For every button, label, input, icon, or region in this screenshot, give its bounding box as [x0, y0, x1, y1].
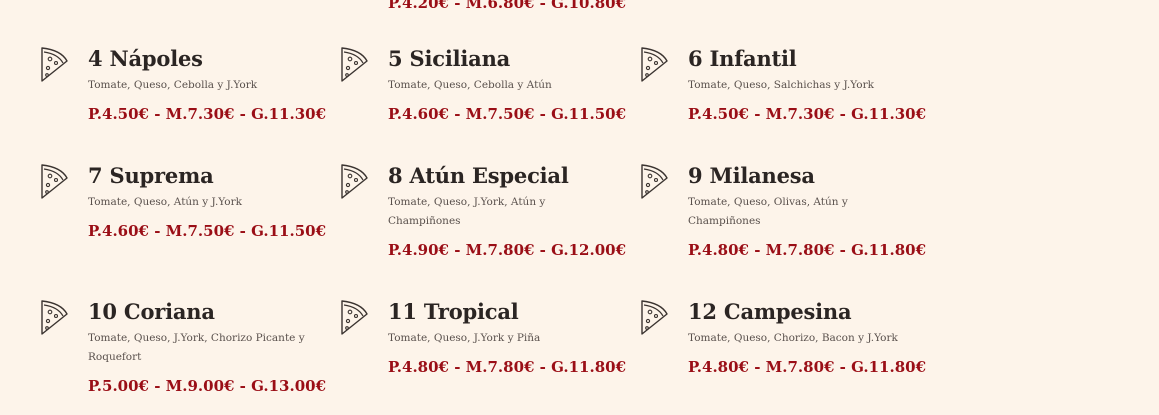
- pizza-slice-icon: [41, 164, 68, 199]
- menu-item-name: 5 Siciliana: [388, 46, 511, 71]
- menu-item-name: 11 Tropical: [388, 299, 519, 324]
- menu-item-name: 9 Milanesa: [688, 163, 815, 188]
- pizza-slice-icon: [641, 300, 668, 335]
- pizza-slice-icon: [641, 164, 668, 199]
- menu-item-description: Tomate, Queso, J.York y Piña: [388, 332, 541, 344]
- menu-item-price: P.4.50€ - M.7.30€ - G.11.30€: [88, 105, 327, 123]
- menu-item-price: P.5.00€ - M.9.00€ - G.13.00€: [88, 377, 327, 395]
- menu-item-name: 4 Nápoles: [88, 46, 203, 71]
- pizza-slice-icon: [341, 47, 368, 82]
- menu-item-name: 6 Infantil: [688, 46, 797, 71]
- pizza-slice-icon: [641, 47, 668, 82]
- menu-item-name: 10 Coriana: [88, 299, 215, 324]
- menu-item-price: P.4.90€ - M.7.80€ - G.12.00€: [388, 241, 627, 259]
- menu-item-name: 7 Suprema: [88, 163, 214, 188]
- pizza-slice-icon: [341, 300, 368, 335]
- menu-item-price: P.4.80€ - M.7.80€ - G.11.80€: [688, 358, 927, 376]
- menu-item-description: Tomate, Queso, Cebolla y Atún: [388, 79, 552, 91]
- pizza-slice-icon: [41, 300, 68, 335]
- menu-item-price: P.4.80€ - M.7.80€ - G.11.80€: [388, 358, 627, 376]
- menu-item-price: P.4.20€ - M.6.80€ - G.10.80€: [388, 0, 627, 12]
- menu-item-description: Tomate, Queso, J.York, Atún y Champiñone…: [388, 196, 546, 227]
- menu-item-description: Tomate, Queso, Chorizo, Bacon y J.York: [688, 332, 898, 344]
- menu-item-name: 12 Campesina: [688, 299, 852, 324]
- menu-item-description: Tomate, Queso, Olivas, Atún y Champiñone…: [688, 196, 848, 227]
- menu-item-description: Tomate, Queso, Salchichas y J.York: [688, 79, 874, 91]
- menu-item-description: Tomate, Queso, J.York, Chorizo Picante y…: [88, 332, 305, 363]
- menu-item-price: P.4.50€ - M.7.30€ - G.11.30€: [688, 105, 927, 123]
- menu-item-description: Tomate, Queso, Cebolla y J.York: [88, 79, 258, 91]
- menu-item-price: P.4.60€ - M.7.50€ - G.11.50€: [88, 222, 327, 240]
- pizza-slice-icon: [341, 164, 368, 199]
- menu-item-price: P.4.60€ - M.7.50€ - G.11.50€: [388, 105, 627, 123]
- menu-item-name: 8 Atún Especial: [388, 163, 569, 188]
- menu-item-price: P.4.80€ - M.7.80€ - G.11.80€: [688, 241, 927, 259]
- menu-item-description: Tomate, Queso, Atún y J.York: [88, 196, 243, 208]
- pizza-slice-icon: [41, 47, 68, 82]
